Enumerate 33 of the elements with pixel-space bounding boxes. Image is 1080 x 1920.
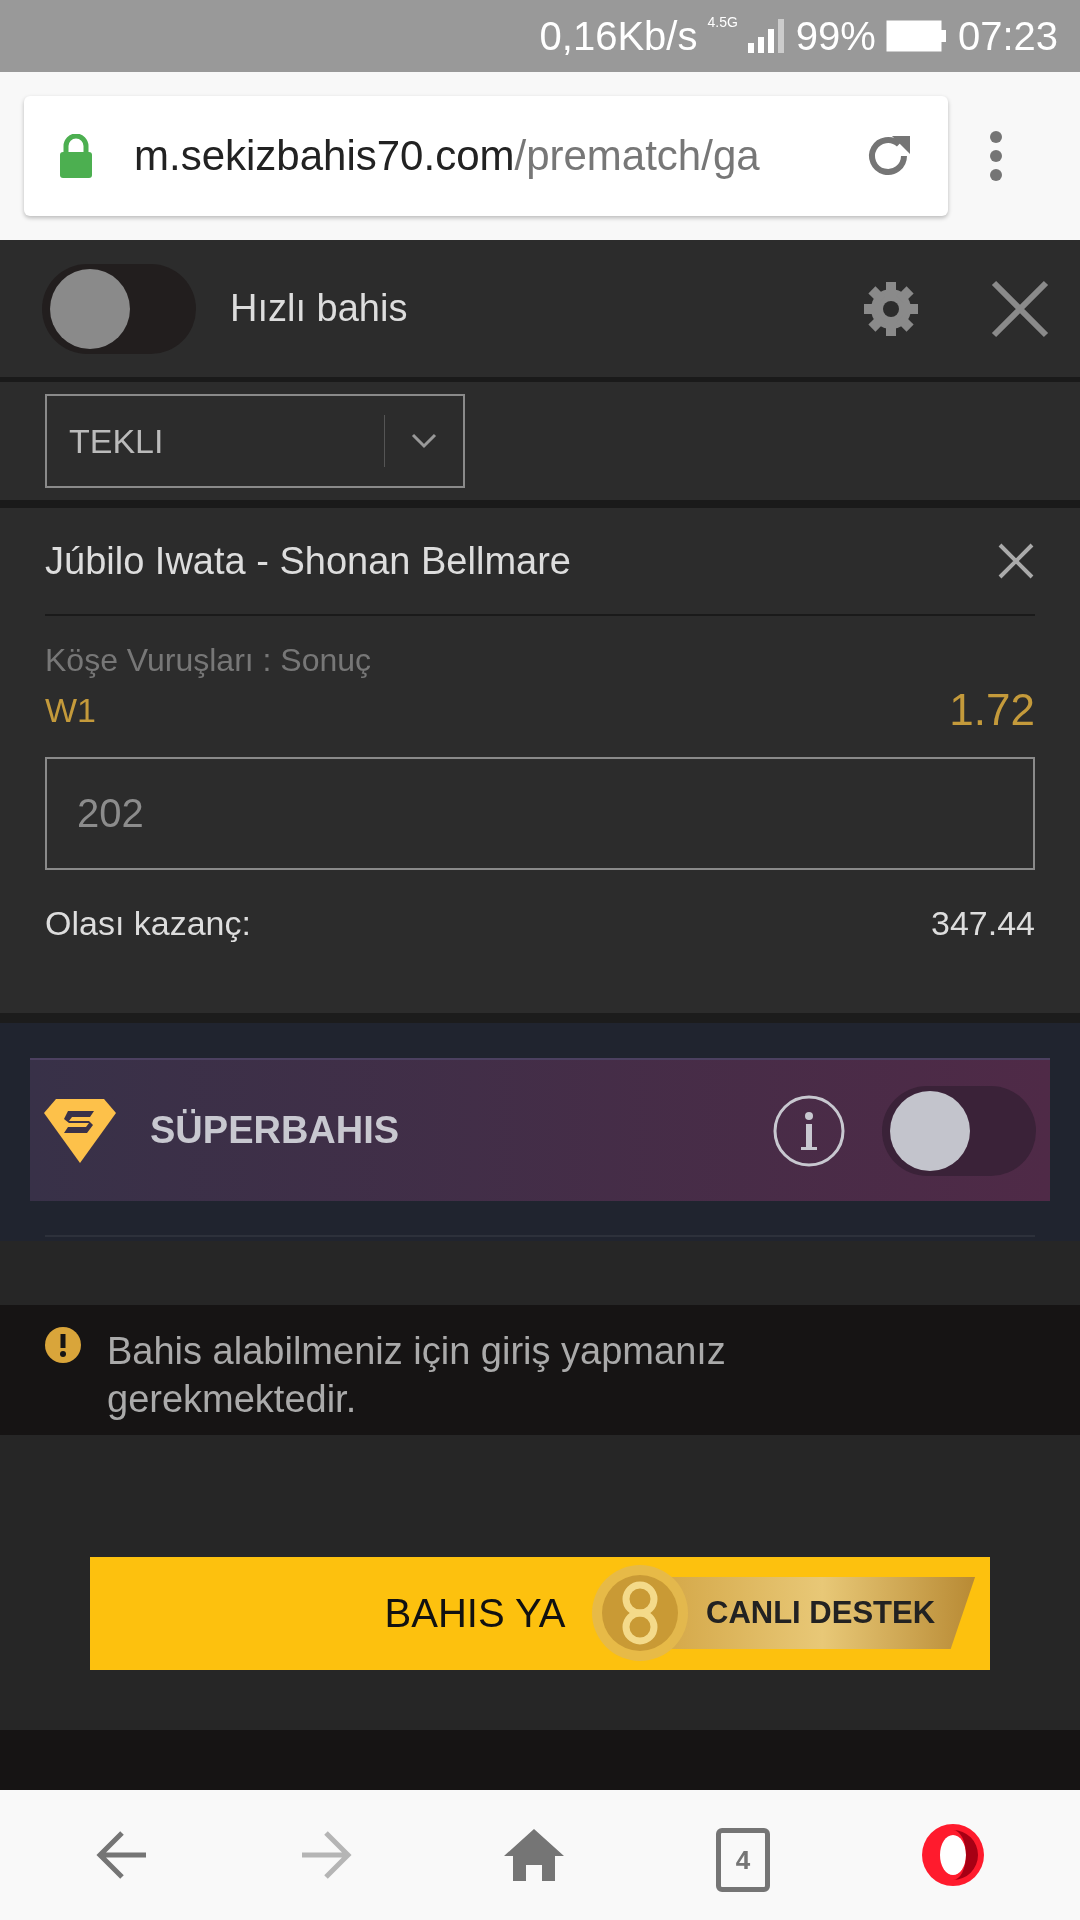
superbahis-label: SÜPERBAHIS bbox=[150, 1109, 401, 1152]
close-icon[interactable] bbox=[990, 278, 1050, 339]
home-icon[interactable] bbox=[504, 1829, 564, 1881]
bet-type-dropdown[interactable]: TEKLI bbox=[45, 394, 465, 488]
chevron-down-icon bbox=[411, 433, 437, 449]
login-notice: Bahis alabilmeniz için giriş yapmanız gerekmektedir. bbox=[107, 1329, 727, 1422]
signal-icon bbox=[747, 19, 786, 53]
lock-icon bbox=[58, 134, 94, 178]
shield-logo-icon bbox=[44, 1098, 116, 1163]
payout-label: Olası kazanç: bbox=[45, 904, 251, 943]
warning-icon bbox=[45, 1327, 81, 1363]
market-name: Köşe Vuruşları : Sonuç bbox=[45, 642, 373, 679]
menu-icon[interactable] bbox=[988, 131, 1004, 181]
tabs-button[interactable]: 4 bbox=[716, 1828, 770, 1892]
coin-logo-icon bbox=[590, 1563, 690, 1663]
close-icon[interactable] bbox=[997, 542, 1035, 580]
clock: 07:23 bbox=[957, 13, 1058, 59]
address-bar[interactable]: m.sekizbahis70.com/prematch/ga bbox=[24, 96, 948, 216]
settings-icon[interactable] bbox=[862, 279, 920, 338]
battery-icon bbox=[885, 20, 948, 52]
payout-value: 347.44 bbox=[931, 904, 1035, 943]
url-text: m.sekizbahis70.com/prematch/ga bbox=[134, 132, 761, 180]
back-arrow-icon[interactable] bbox=[96, 1830, 148, 1880]
quick-bet-label: Hızlı bahis bbox=[230, 287, 409, 330]
network-speed: 0,16Kb/s bbox=[539, 13, 698, 59]
odds: 1.72 bbox=[949, 685, 1035, 735]
battery-level: 99% bbox=[795, 13, 876, 59]
opera-logo-icon[interactable] bbox=[922, 1824, 984, 1886]
stake-input[interactable]: 202 bbox=[45, 757, 1035, 870]
network-type: 4.5G bbox=[707, 14, 738, 30]
selection: W1 bbox=[45, 690, 96, 730]
match-title: Júbilo Iwata - Shonan Bellmare bbox=[45, 539, 571, 583]
info-icon[interactable] bbox=[772, 1093, 846, 1168]
